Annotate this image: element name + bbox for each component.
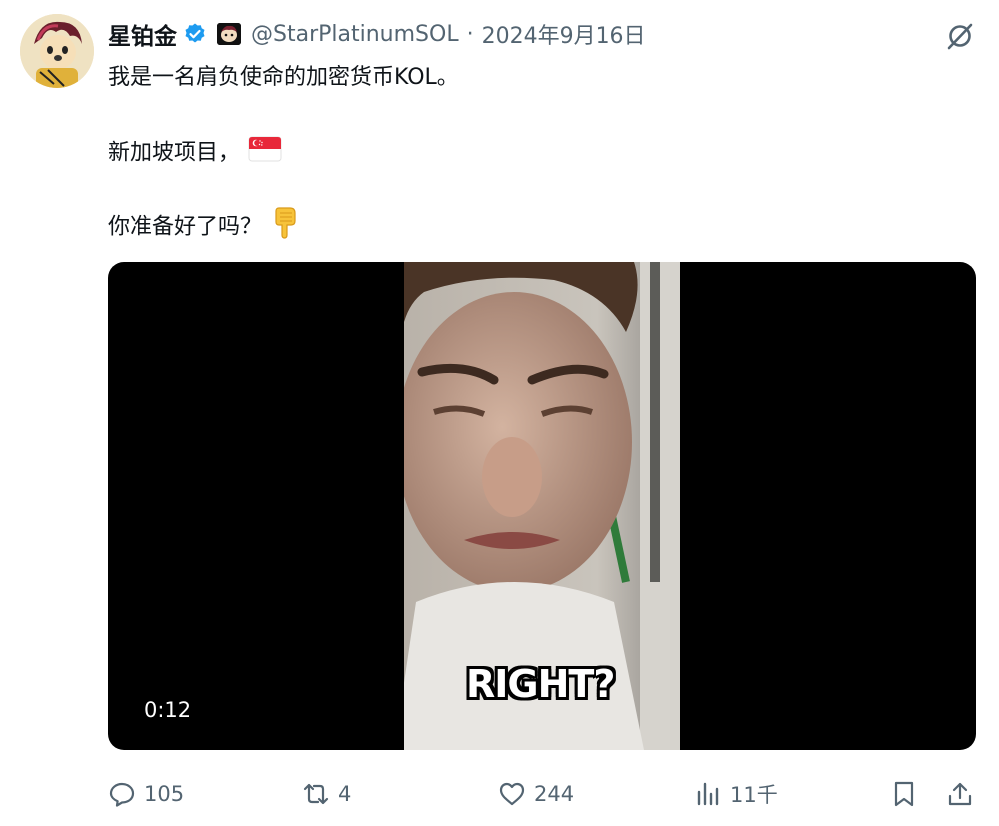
video-caption: RIGHT? bbox=[466, 662, 615, 706]
share-icon bbox=[948, 782, 972, 806]
video-player[interactable]: RIGHT? 0:12 bbox=[108, 262, 976, 750]
share-button[interactable] bbox=[946, 772, 974, 816]
separator-dot: · bbox=[466, 21, 474, 47]
post-date[interactable]: 2024年9月16日 bbox=[482, 18, 646, 50]
author-name[interactable]: 星铂金 bbox=[108, 17, 177, 51]
heart-icon bbox=[499, 782, 525, 806]
author-handle[interactable]: @StarPlatinumSOL bbox=[251, 22, 459, 47]
repost-icon bbox=[303, 783, 329, 805]
post-header: 星铂金 @StarPlatinumSOL · 2024年9月16日 bbox=[108, 16, 646, 52]
avatar[interactable] bbox=[20, 14, 94, 88]
analytics-icon bbox=[697, 782, 719, 806]
repost-button[interactable]: 4 bbox=[302, 772, 351, 816]
bookmark-button[interactable] bbox=[890, 772, 918, 816]
repost-count: 4 bbox=[338, 782, 352, 806]
video-timestamp: 0:12 bbox=[144, 698, 192, 722]
singapore-flag-icon bbox=[248, 136, 282, 171]
views-count: 11千 bbox=[730, 783, 778, 807]
post-text-line-2-label: 新加坡项目， bbox=[108, 140, 241, 166]
reply-button[interactable]: 105 bbox=[108, 772, 184, 816]
backhand-index-pointing-down-icon bbox=[270, 207, 298, 248]
avatar-image bbox=[20, 14, 94, 88]
post-text-line-3-label: 你准备好了吗？ bbox=[108, 214, 263, 240]
reply-icon bbox=[109, 782, 135, 807]
bookmark-icon bbox=[894, 781, 914, 807]
like-count: 244 bbox=[534, 782, 575, 806]
verified-badge-icon[interactable] bbox=[183, 22, 207, 46]
post-text-line-3: 你准备好了吗？ bbox=[108, 207, 298, 248]
post-text-line-1: 我是一名肩负使命的加密货币KOL。 bbox=[108, 65, 459, 90]
grok-icon[interactable] bbox=[944, 20, 976, 52]
views-button[interactable]: 11千 bbox=[694, 772, 778, 816]
affiliate-badge-icon[interactable] bbox=[217, 23, 241, 45]
reply-count: 105 bbox=[144, 782, 185, 806]
post-text-line-2: 新加坡项目， bbox=[108, 136, 282, 171]
like-button[interactable]: 244 bbox=[498, 772, 574, 816]
action-bar: 105 4 244 11千 bbox=[0, 772, 999, 816]
